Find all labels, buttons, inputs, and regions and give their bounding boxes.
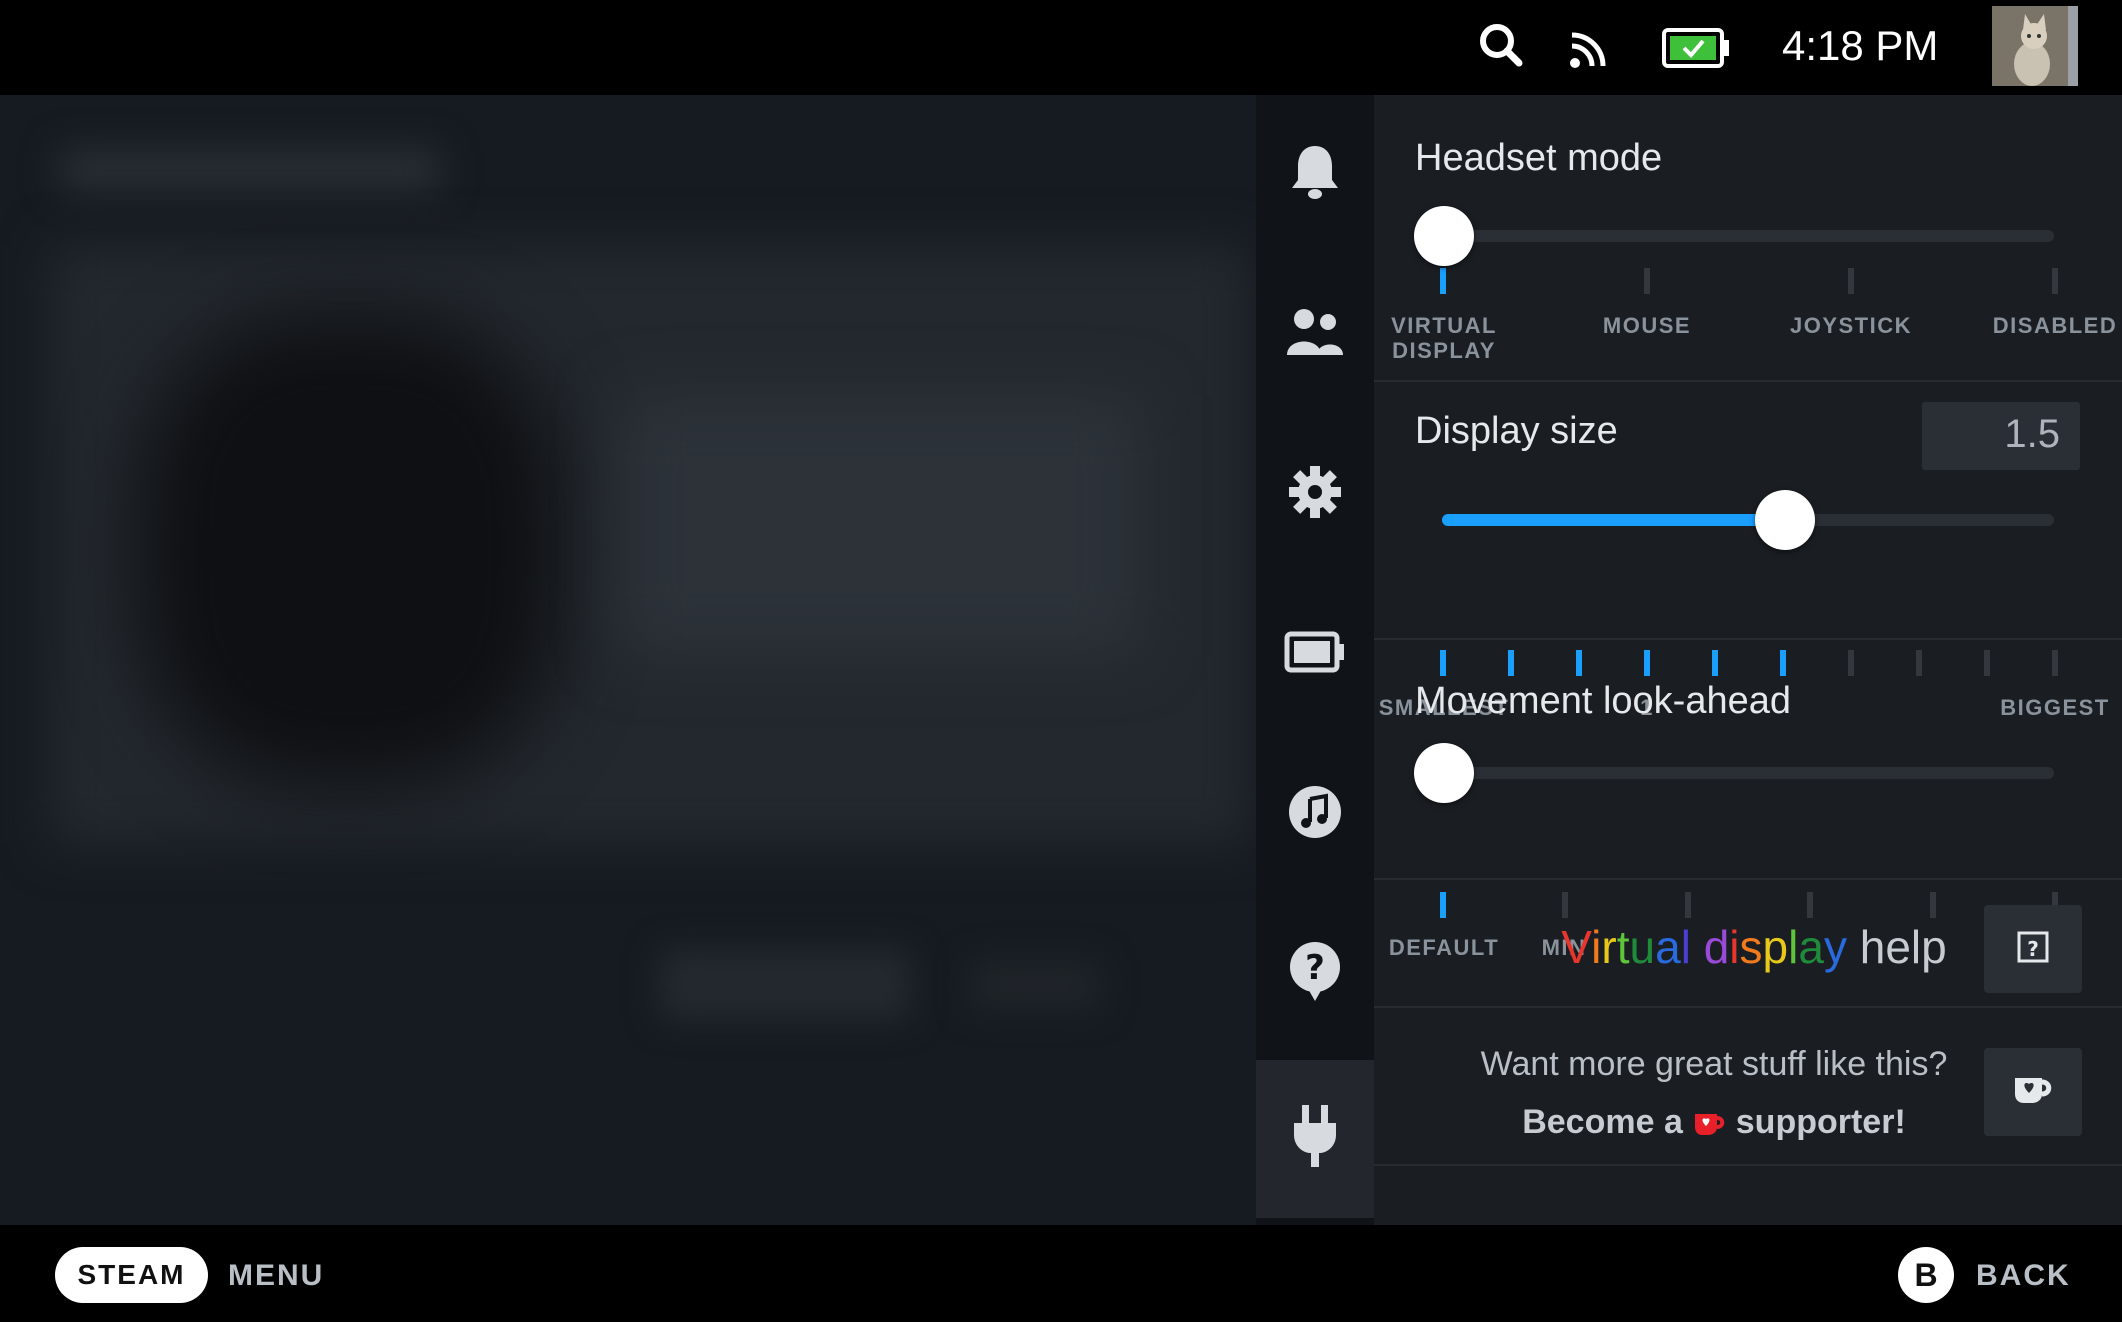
plugin-panel: Headset mode VIRTUAL DISPLAY MOUSE JOYST… xyxy=(1374,95,2122,1225)
rail-item-notifications[interactable] xyxy=(1256,95,1374,253)
kofi-cup-icon xyxy=(1692,1103,1735,1141)
headset-mode-title: Headset mode xyxy=(1415,137,1663,179)
status-bar: 4:18 PM xyxy=(0,0,2122,95)
headset-mode-knob[interactable] xyxy=(1414,206,1474,266)
kofi-cup-icon xyxy=(2012,1074,2054,1111)
rail-item-friends[interactable] xyxy=(1256,255,1374,413)
battery-icon[interactable] xyxy=(1662,28,1730,73)
tick xyxy=(2052,268,2058,294)
help-button[interactable]: ? xyxy=(1984,905,2082,993)
headset-mode-section: Headset mode VIRTUAL DISPLAY MOUSE JOYST… xyxy=(1374,95,2122,382)
option-label: DISABLED xyxy=(1992,313,2118,338)
support-prefix: Become a xyxy=(1522,1103,1683,1141)
rail-item-performance[interactable] xyxy=(1256,575,1374,733)
clock: 4:18 PM xyxy=(1782,22,1939,69)
help-label: Virtual display help xyxy=(1474,920,2034,974)
movement-title: Movement look-ahead xyxy=(1415,680,1791,722)
svg-text:?: ? xyxy=(1305,948,1325,988)
headset-mode-slider[interactable] xyxy=(1442,230,2054,242)
bell-icon xyxy=(1289,142,1341,207)
svg-text:?: ? xyxy=(2027,937,2039,961)
support-line: Want more great stuff like this? xyxy=(1480,1045,1948,1083)
support-suffix: supporter! xyxy=(1735,1103,1906,1141)
display-size-knob[interactable] xyxy=(1755,490,1815,550)
option-label: JOYSTICK xyxy=(1789,313,1913,338)
tick xyxy=(1848,268,1854,294)
steam-button[interactable]: STEAM xyxy=(55,1247,208,1303)
tick xyxy=(1644,268,1650,294)
tick xyxy=(1440,268,1446,294)
display-size-value[interactable]: 1.5 xyxy=(1922,402,2080,470)
rail-item-plugins[interactable] xyxy=(1256,1060,1374,1218)
rail-item-music[interactable] xyxy=(1256,735,1374,893)
support-cta[interactable]: Become a supporter! xyxy=(1434,1103,1994,1142)
menu-label: MENU xyxy=(228,1259,325,1292)
movement-knob[interactable] xyxy=(1414,743,1474,803)
movement-slider[interactable] xyxy=(1442,767,2054,779)
search-icon[interactable] xyxy=(1478,22,1524,73)
display-size-fill xyxy=(1442,514,1786,526)
game-background xyxy=(0,95,1256,1225)
music-icon xyxy=(1288,785,1342,844)
option-label: VIRTUAL DISPLAY xyxy=(1391,313,1497,363)
option-label: MOUSE xyxy=(1602,313,1692,338)
support-button[interactable] xyxy=(1984,1048,2082,1136)
avatar[interactable] xyxy=(1992,6,2078,86)
rss-icon xyxy=(1568,26,1612,75)
rail-item-help[interactable]: ? xyxy=(1256,895,1374,1053)
question-box-icon: ? xyxy=(2016,930,2050,969)
help-icon: ? xyxy=(1289,941,1341,1008)
bottom-bar: STEAM MENU B BACK xyxy=(0,1225,2122,1322)
gear-icon xyxy=(1288,465,1342,524)
display-size-slider[interactable] xyxy=(1442,514,2054,526)
plug-icon xyxy=(1290,1104,1340,1174)
quick-access-rail: ? xyxy=(1256,95,1374,1225)
friends-icon xyxy=(1285,307,1345,362)
battery-icon xyxy=(1284,631,1346,678)
help-suffix: help xyxy=(1859,921,1947,973)
back-label: BACK xyxy=(1976,1259,2071,1292)
movement-section: Movement look-ahead xyxy=(1374,638,2122,880)
rainbow-text: Virtual display xyxy=(1561,921,1847,973)
b-button[interactable]: B xyxy=(1898,1247,1954,1303)
display-size-title: Display size xyxy=(1415,410,1618,452)
rail-item-settings[interactable] xyxy=(1256,415,1374,573)
